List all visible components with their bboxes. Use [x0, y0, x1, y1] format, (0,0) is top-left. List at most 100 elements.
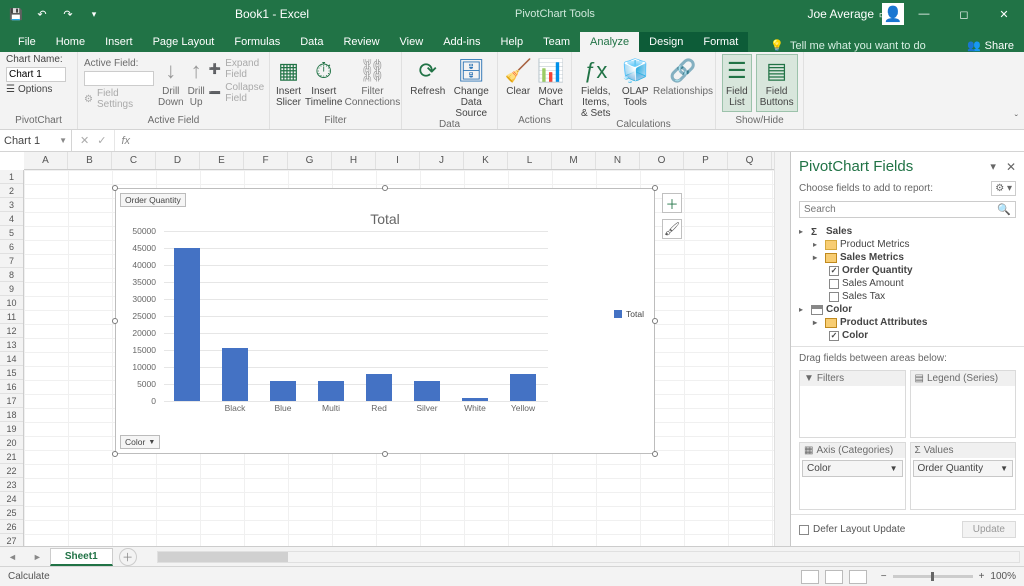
- field-settings-button[interactable]: ⚙ Field Settings: [84, 88, 154, 110]
- row-header[interactable]: 13: [0, 338, 23, 352]
- active-field-input[interactable]: [84, 71, 154, 86]
- insert-slicer-button[interactable]: ▦Insert Slicer: [276, 54, 301, 108]
- row-header[interactable]: 5: [0, 226, 23, 240]
- field-buttons-button[interactable]: ▤Field Buttons: [756, 54, 798, 112]
- row-header[interactable]: 17: [0, 394, 23, 408]
- tab-insert[interactable]: Insert: [95, 32, 143, 52]
- worksheet-grid[interactable]: ABCDEFGHIJKLMNOPQ 1234567891011121314151…: [0, 152, 774, 546]
- tab-file[interactable]: File: [8, 32, 46, 52]
- tab-home[interactable]: Home: [46, 32, 95, 52]
- update-button[interactable]: Update: [962, 521, 1016, 538]
- field-list[interactable]: ▸ΣSales ▸Product Metrics ▸Sales Metrics …: [791, 221, 1024, 347]
- legend-area[interactable]: ▤ Legend (Series): [910, 370, 1017, 438]
- row-header[interactable]: 14: [0, 352, 23, 366]
- pivot-chart[interactable]: Order Quantity Color ▼ Total 05000100001…: [115, 188, 655, 454]
- tab-format[interactable]: Format: [693, 32, 748, 52]
- normal-view-icon[interactable]: [801, 570, 819, 584]
- taskpane-close-icon[interactable]: ✕: [1006, 160, 1016, 174]
- row-header[interactable]: 9: [0, 282, 23, 296]
- tab-analyze[interactable]: Analyze: [580, 32, 639, 52]
- tab-formulas[interactable]: Formulas: [224, 32, 290, 52]
- row-header[interactable]: 12: [0, 324, 23, 338]
- move-chart-button[interactable]: 📊Move Chart: [537, 54, 566, 108]
- col-header[interactable]: M: [552, 152, 596, 169]
- clear-button[interactable]: 🧹Clear: [504, 54, 533, 97]
- row-header[interactable]: 15: [0, 366, 23, 380]
- col-header[interactable]: F: [244, 152, 288, 169]
- relationships-button[interactable]: 🔗Relationships: [657, 54, 709, 97]
- col-header[interactable]: B: [68, 152, 112, 169]
- horizontal-scrollbar[interactable]: [157, 551, 1020, 563]
- col-header[interactable]: H: [332, 152, 376, 169]
- qat-customize-icon[interactable]: ▾: [82, 2, 106, 26]
- plot-area[interactable]: [164, 231, 548, 401]
- row-header[interactable]: 10: [0, 296, 23, 310]
- bar[interactable]: [222, 348, 248, 401]
- zoom-in-button[interactable]: +: [979, 571, 985, 582]
- col-header[interactable]: J: [420, 152, 464, 169]
- options-button[interactable]: ☰Options: [6, 84, 52, 95]
- sheet-nav-next[interactable]: ►: [25, 552, 50, 562]
- axis-area[interactable]: ▦ Axis (Categories)Color▼: [799, 442, 906, 510]
- col-header[interactable]: K: [464, 152, 508, 169]
- add-sheet-button[interactable]: ＋: [119, 548, 137, 566]
- sheet-tab[interactable]: Sheet1: [50, 548, 113, 566]
- col-header[interactable]: Q: [728, 152, 772, 169]
- row-header[interactable]: 11: [0, 310, 23, 324]
- values-area[interactable]: Σ ValuesOrder Quantity▼: [910, 442, 1017, 510]
- tab-addins[interactable]: Add-ins: [433, 32, 490, 52]
- row-header[interactable]: 20: [0, 436, 23, 450]
- row-header[interactable]: 7: [0, 254, 23, 268]
- pivot-axis-field-button[interactable]: Color ▼: [120, 435, 160, 449]
- ribbon-display-icon[interactable]: ▭: [864, 0, 904, 28]
- row-header[interactable]: 2: [0, 184, 23, 198]
- row-header[interactable]: 27: [0, 534, 23, 546]
- tab-review[interactable]: Review: [333, 32, 389, 52]
- share-button[interactable]: 👥Share: [967, 39, 1014, 52]
- row-header[interactable]: 22: [0, 464, 23, 478]
- tab-pagelayout[interactable]: Page Layout: [143, 32, 225, 52]
- chart-styles-button[interactable]: 🖌: [662, 219, 682, 239]
- close-icon[interactable]: ✕: [984, 0, 1024, 28]
- col-header[interactable]: G: [288, 152, 332, 169]
- layout-gear-icon[interactable]: ⚙ ▾: [991, 181, 1016, 196]
- name-box[interactable]: Chart 1▼: [0, 130, 72, 151]
- bar[interactable]: [414, 381, 440, 401]
- formula-input[interactable]: [136, 130, 1024, 151]
- field-search[interactable]: 🔍: [799, 201, 1016, 218]
- taskpane-dropdown-icon[interactable]: ▾: [990, 160, 996, 174]
- values-field-chip[interactable]: Order Quantity▼: [913, 460, 1014, 477]
- row-header[interactable]: 1: [0, 170, 23, 184]
- tab-team[interactable]: Team: [533, 32, 580, 52]
- tab-help[interactable]: Help: [491, 32, 534, 52]
- row-header[interactable]: 3: [0, 198, 23, 212]
- collapse-ribbon-icon[interactable]: ˇ: [1015, 114, 1018, 125]
- olap-tools-button[interactable]: 🧊OLAP Tools: [618, 54, 654, 108]
- axis-field-chip[interactable]: Color▼: [802, 460, 903, 477]
- col-header[interactable]: P: [684, 152, 728, 169]
- expand-field-button[interactable]: ➕ Expand Field: [209, 58, 264, 80]
- fx-icon[interactable]: fx: [115, 130, 136, 151]
- redo-icon[interactable]: ↷: [56, 2, 80, 26]
- row-header[interactable]: 18: [0, 408, 23, 422]
- tab-design[interactable]: Design: [639, 32, 693, 52]
- row-header[interactable]: 6: [0, 240, 23, 254]
- tab-view[interactable]: View: [390, 32, 434, 52]
- vertical-scrollbar[interactable]: [774, 152, 790, 546]
- row-header[interactable]: 26: [0, 520, 23, 534]
- chart-legend[interactable]: Total: [614, 309, 644, 319]
- row-header[interactable]: 21: [0, 450, 23, 464]
- col-header[interactable]: A: [24, 152, 68, 169]
- maximize-icon[interactable]: ◻: [944, 0, 984, 28]
- undo-icon[interactable]: ↶: [30, 2, 54, 26]
- save-icon[interactable]: 💾: [4, 2, 28, 26]
- bar[interactable]: [270, 381, 296, 401]
- col-header[interactable]: C: [112, 152, 156, 169]
- defer-update-checkbox[interactable]: Defer Layout Update: [799, 524, 905, 535]
- pivot-value-field-button[interactable]: Order Quantity: [120, 193, 186, 207]
- row-header[interactable]: 4: [0, 212, 23, 226]
- row-header[interactable]: 19: [0, 422, 23, 436]
- zoom-out-button[interactable]: −: [881, 571, 887, 582]
- bar[interactable]: [462, 398, 488, 401]
- row-header[interactable]: 23: [0, 478, 23, 492]
